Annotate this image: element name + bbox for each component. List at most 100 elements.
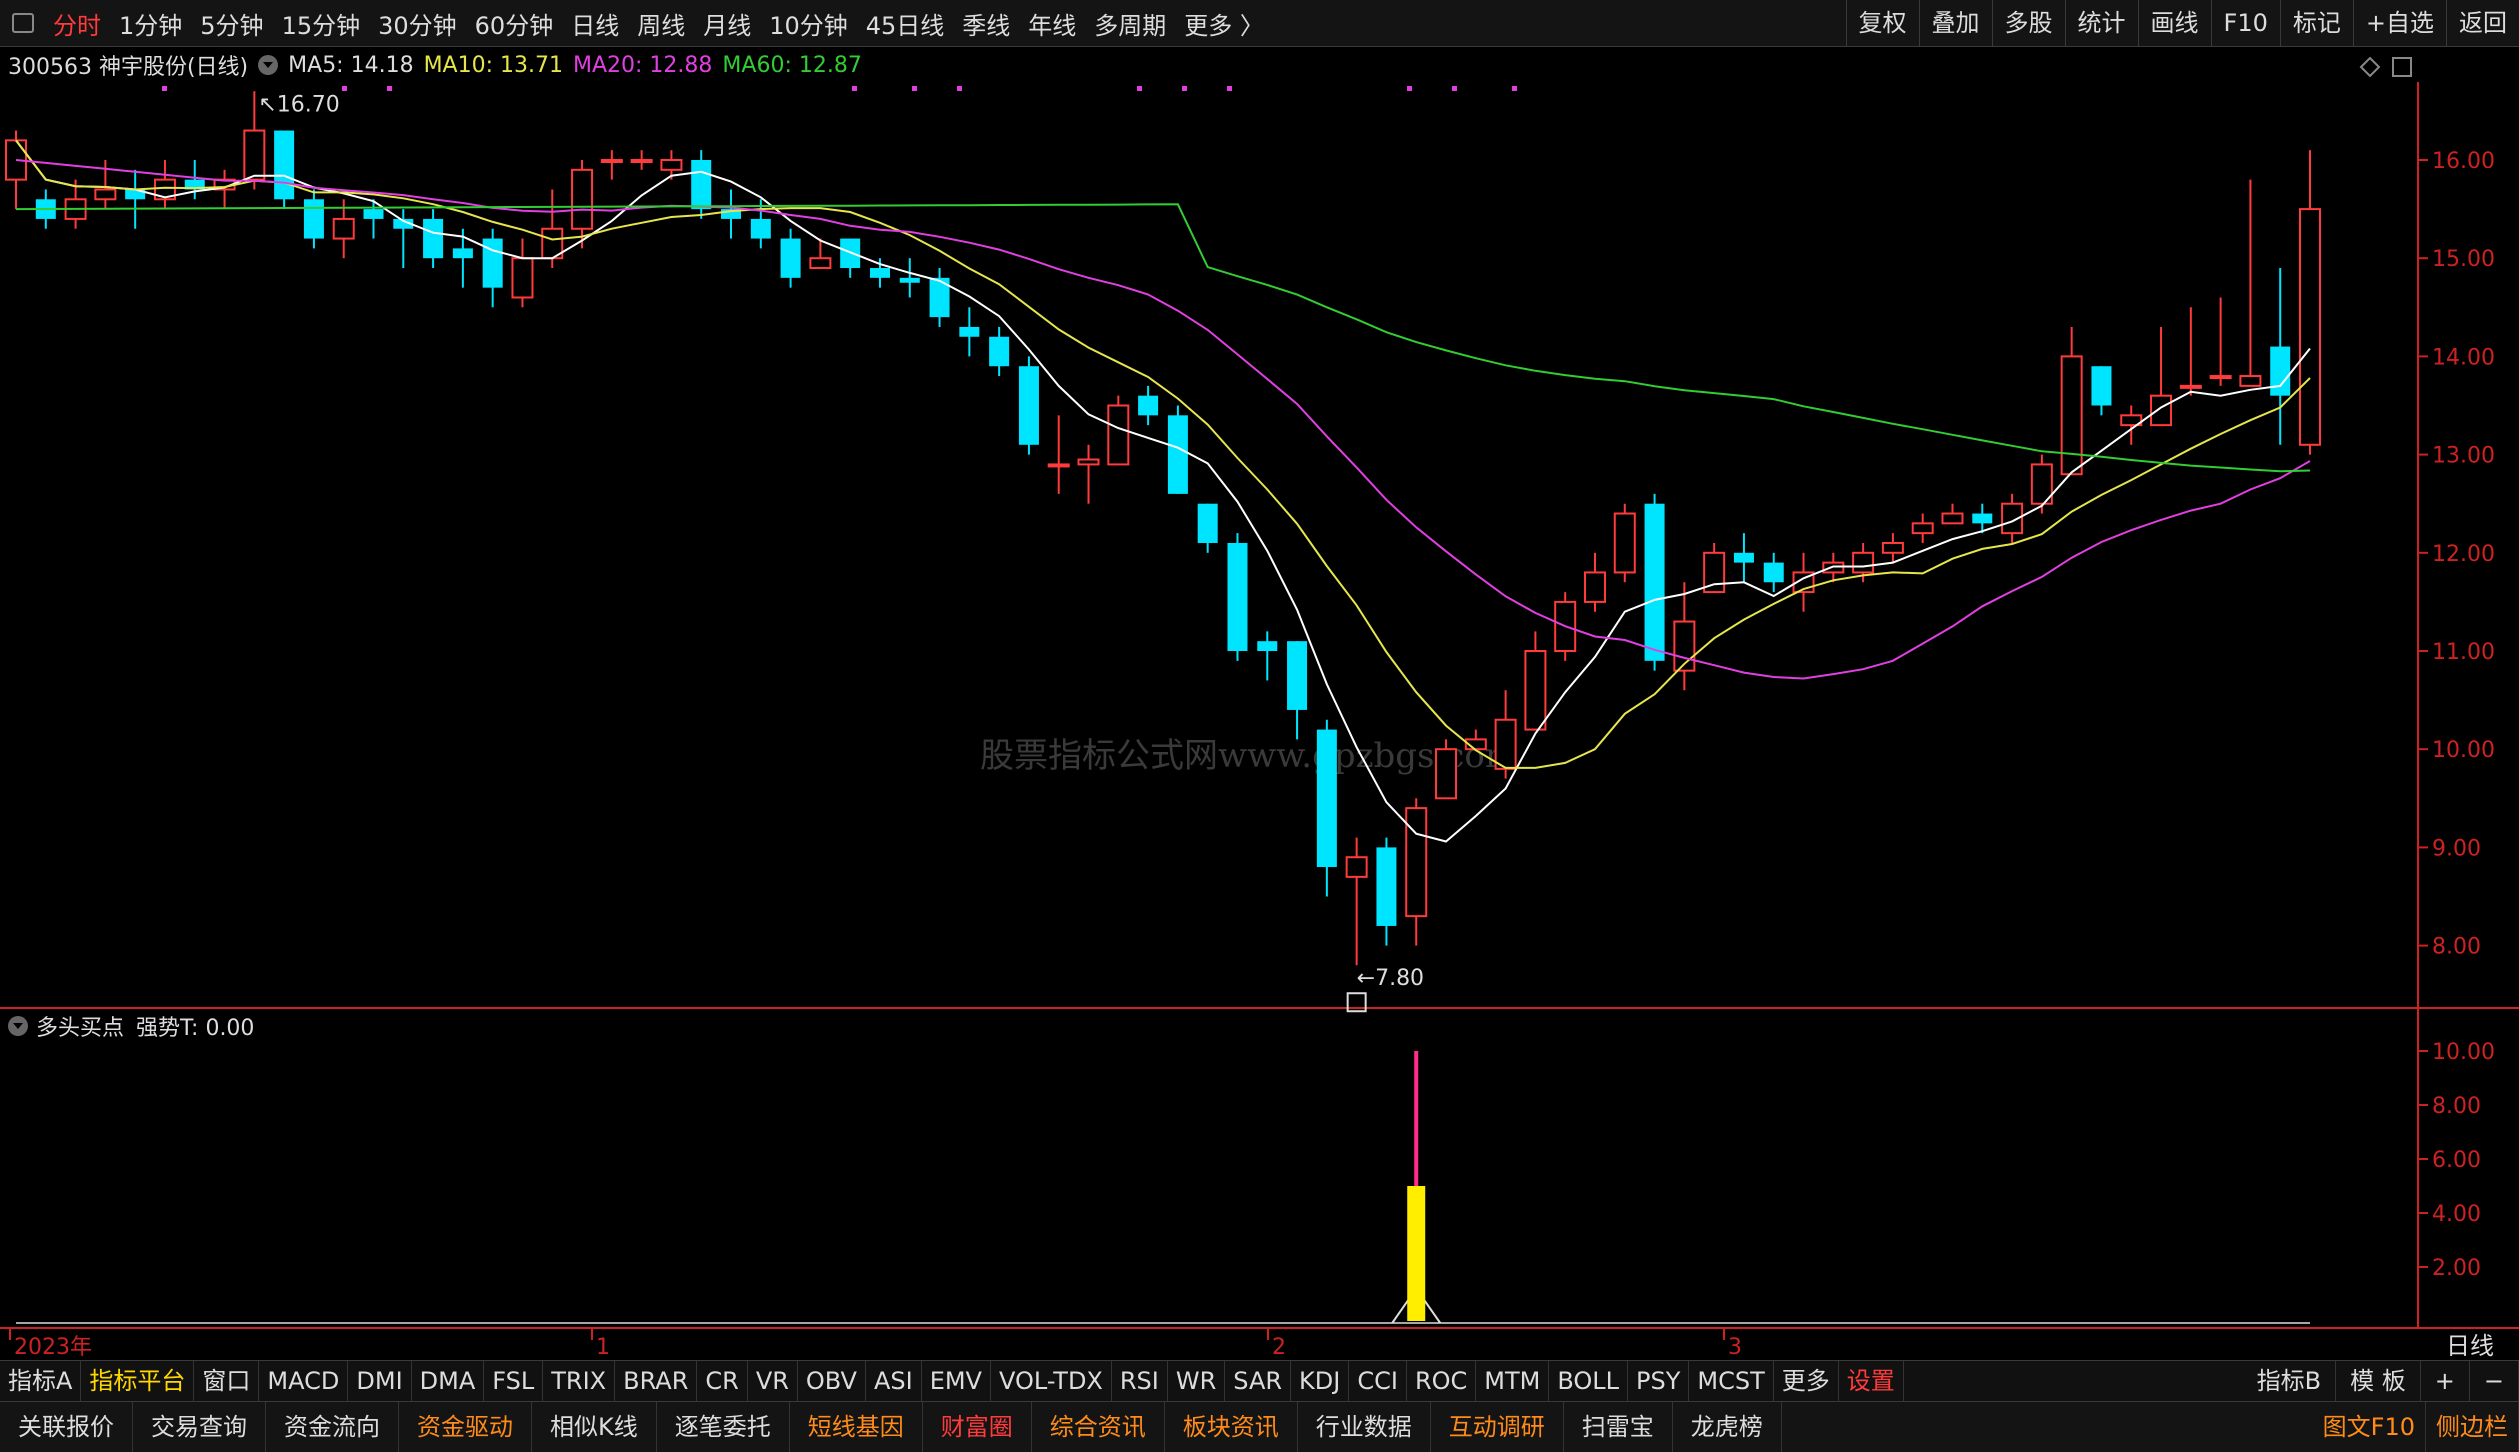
candle-body bbox=[303, 199, 324, 239]
bottom-button[interactable]: 资金驱动 bbox=[399, 1402, 532, 1452]
bottom-button[interactable]: 互动调研 bbox=[1431, 1402, 1564, 1452]
indicator-tab-bar: 指标A 指标平台 窗口 MACD DMI DMA FSL TRIX BRAR CR VR OBV ASI… bbox=[0, 1360, 2519, 1401]
candle-body bbox=[571, 168, 594, 230]
bottom-button[interactable]: 财富圈 bbox=[923, 1402, 1032, 1452]
bottom-button[interactable]: 扫雷宝 bbox=[1564, 1402, 1673, 1452]
indicator-tab[interactable]: KDJ bbox=[1291, 1361, 1350, 1401]
bottom-button[interactable]: 综合资讯 bbox=[1032, 1402, 1165, 1452]
indicator-tab[interactable]: CR bbox=[697, 1361, 748, 1401]
candle-body bbox=[1018, 366, 1039, 445]
layout-icon bbox=[2392, 57, 2412, 77]
indicator-tab[interactable]: RSI bbox=[1112, 1361, 1168, 1401]
indicator-tab[interactable]: 指标A bbox=[0, 1361, 82, 1401]
indicator-tab[interactable]: WR bbox=[1168, 1361, 1226, 1401]
candle-body bbox=[869, 268, 890, 278]
indicator-tab[interactable]: ROC bbox=[1407, 1361, 1477, 1401]
indicator-tab[interactable]: VR bbox=[748, 1361, 798, 1401]
indicator-tab[interactable]: MTM bbox=[1476, 1361, 1550, 1401]
indicator-tab[interactable]: 更多 bbox=[1774, 1361, 1839, 1401]
indicator-tab[interactable]: MACD bbox=[259, 1361, 349, 1401]
indicator-tab-right[interactable]: + bbox=[2421, 1361, 2470, 1401]
bottom-button[interactable]: 龙虎榜 bbox=[1673, 1402, 1782, 1452]
indicator-tab[interactable]: MCST bbox=[1689, 1361, 1774, 1401]
y-tick-label: 10.00 bbox=[2432, 738, 2495, 763]
candle-body bbox=[1167, 415, 1188, 494]
candle-body bbox=[452, 248, 473, 259]
ind-y-tick-label: 8.00 bbox=[2432, 1094, 2481, 1119]
indicator-tab[interactable]: FSL bbox=[484, 1361, 544, 1401]
bottom-buttons: 关联报价 交易查询 资金流向 资金驱动 相似K线 逐笔委托 短线基因 财富圈 综合资讯 板块资讯行… bbox=[0, 1402, 1782, 1452]
indicator-tab[interactable]: 指标平台 bbox=[81, 1361, 195, 1401]
indicator-tab[interactable]: 设置 bbox=[1839, 1361, 1904, 1401]
indicator-tab[interactable]: CCI bbox=[1349, 1361, 1407, 1401]
candle-body bbox=[1941, 512, 1964, 525]
candle-body bbox=[1881, 541, 1904, 554]
candle-body bbox=[1047, 463, 1070, 468]
low-label: ←7.80 bbox=[1357, 966, 1424, 991]
candle-body bbox=[1287, 641, 1308, 710]
indicator-tab[interactable]: 窗口 bbox=[194, 1361, 260, 1401]
bottom-button[interactable]: 交易查询 bbox=[133, 1402, 266, 1452]
y-tick-label: 15.00 bbox=[2432, 247, 2495, 272]
indicator-tab[interactable]: OBV bbox=[798, 1361, 866, 1401]
y-tick-label: 9.00 bbox=[2432, 836, 2481, 861]
ma10-line bbox=[15, 139, 2311, 769]
candle-body bbox=[2270, 346, 2291, 396]
indicator-tab[interactable]: ASI bbox=[866, 1361, 922, 1401]
bottom-right-button[interactable]: 图文F10 bbox=[2313, 1402, 2426, 1452]
candle-body bbox=[363, 209, 384, 219]
signal-dot bbox=[342, 86, 347, 91]
indicator-tabs: 指标A 指标平台 窗口 MACD DMI DMA FSL TRIX BRAR CR VR OBV ASI… bbox=[0, 1361, 1904, 1401]
bottom-button[interactable]: 相似K线 bbox=[532, 1402, 657, 1452]
candle-body bbox=[1257, 641, 1278, 651]
indicator-tab[interactable]: DMI bbox=[348, 1361, 412, 1401]
indicator-tab[interactable]: BOLL bbox=[1549, 1361, 1629, 1401]
candle-body bbox=[1107, 404, 1130, 466]
indicator-tab[interactable]: BRAR bbox=[615, 1361, 698, 1401]
bottom-button[interactable]: 逐笔委托 bbox=[657, 1402, 790, 1452]
bottom-button[interactable]: 板块资讯 bbox=[1165, 1402, 1298, 1452]
candle-body bbox=[2150, 394, 2173, 427]
candle-body bbox=[660, 159, 683, 171]
indicator-tab-right[interactable]: 指标B bbox=[2243, 1361, 2337, 1401]
ma20-line bbox=[15, 159, 2311, 680]
indicator-tab[interactable]: PSY bbox=[1628, 1361, 1690, 1401]
chart-canvas[interactable]: 16.0015.0014.0013.0012.0011.0010.009.008… bbox=[0, 0, 2519, 1360]
indicator-tab[interactable]: DMA bbox=[412, 1361, 485, 1401]
candle-body bbox=[809, 257, 832, 270]
bottom-right-buttons: 图文F10 侧边栏 bbox=[2313, 1402, 2519, 1452]
ind-y-tick-label: 4.00 bbox=[2432, 1202, 2481, 1227]
candle-body bbox=[1644, 503, 1665, 661]
indicator-tab-right[interactable]: − bbox=[2470, 1361, 2519, 1401]
candle-body bbox=[691, 160, 712, 210]
indicator-tab-right[interactable]: 模 板 bbox=[2336, 1361, 2421, 1401]
candle-body bbox=[1494, 718, 1517, 770]
candle-body bbox=[2209, 375, 2232, 380]
indicator-value: 强势T: 0.00 bbox=[136, 1016, 255, 1041]
indicator-tab[interactable]: TRIX bbox=[543, 1361, 616, 1401]
candle-body bbox=[482, 238, 503, 288]
candle-body bbox=[1763, 562, 1784, 583]
indicator-tab[interactable]: EMV bbox=[922, 1361, 991, 1401]
candle-body bbox=[600, 159, 623, 163]
bottom-button[interactable]: 行业数据 bbox=[1298, 1402, 1431, 1452]
candle-body bbox=[332, 217, 355, 240]
candle-body bbox=[1435, 748, 1458, 800]
indicator-dropdown-icon[interactable] bbox=[8, 1016, 28, 1036]
candle-body bbox=[2239, 375, 2262, 387]
candle-body bbox=[1613, 512, 1636, 574]
bottom-button[interactable]: 短线基因 bbox=[790, 1402, 923, 1452]
candle-body bbox=[1911, 522, 1934, 535]
bottom-button[interactable]: 资金流向 bbox=[266, 1402, 399, 1452]
candle-body bbox=[1972, 513, 1993, 524]
indicator-tab[interactable]: VOL-TDX bbox=[991, 1361, 1112, 1401]
candle-body bbox=[1376, 847, 1397, 926]
indicator-tabs-right: 指标B 模 板 + − bbox=[2243, 1361, 2519, 1401]
indicator-tab[interactable]: SAR bbox=[1225, 1361, 1292, 1401]
bottom-button[interactable]: 关联报价 bbox=[0, 1402, 133, 1452]
indicator-bar-inner bbox=[1407, 1186, 1426, 1321]
signal-dot bbox=[1182, 86, 1187, 91]
ind-y-tick-label: 10.00 bbox=[2432, 1040, 2495, 1065]
y-tick-label: 13.00 bbox=[2432, 444, 2495, 469]
bottom-right-button[interactable]: 侧边栏 bbox=[2426, 1402, 2519, 1452]
